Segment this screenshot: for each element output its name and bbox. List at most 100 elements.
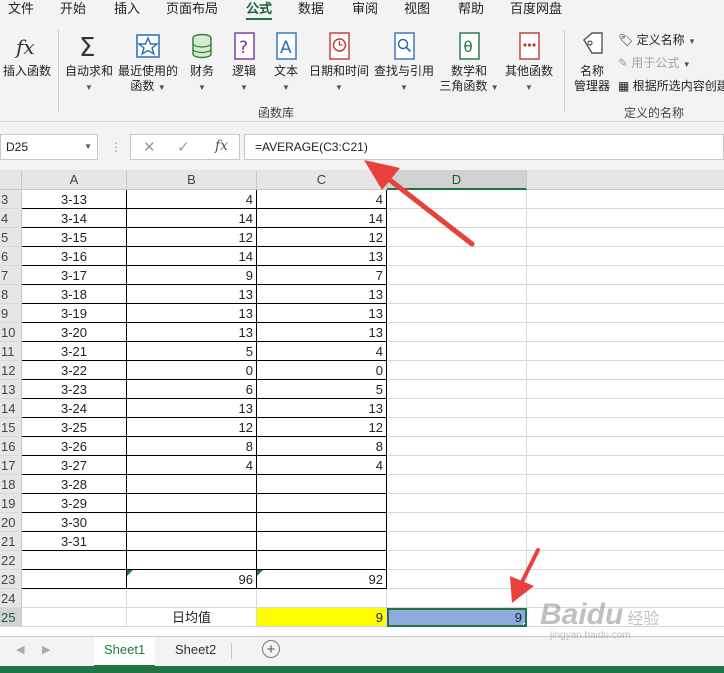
cell-d4[interactable] xyxy=(387,209,527,228)
cell-a14[interactable]: 3-24 xyxy=(22,399,127,418)
cell-d20[interactable] xyxy=(387,513,527,532)
cell-e12[interactable] xyxy=(527,361,724,380)
select-all-corner[interactable] xyxy=(0,170,22,190)
cell-b19[interactable] xyxy=(127,494,257,513)
cell-a3[interactable]: 3-13 xyxy=(22,190,127,209)
sheet-tab-sheet1[interactable]: Sheet1 xyxy=(94,637,156,668)
cell-c15[interactable]: 12 xyxy=(257,418,387,437)
cell-e15[interactable] xyxy=(527,418,724,437)
row-header[interactable]: 19 xyxy=(0,494,22,513)
cell-b17[interactable]: 4 xyxy=(127,456,257,475)
cell-d16[interactable] xyxy=(387,437,527,456)
row-header[interactable]: 24 xyxy=(0,589,22,608)
cell-c24[interactable] xyxy=(257,589,387,608)
tab-help[interactable]: 帮助 xyxy=(458,0,484,22)
cell-d8[interactable] xyxy=(387,285,527,304)
cell-b11[interactable]: 5 xyxy=(127,342,257,361)
cell-a10[interactable]: 3-20 xyxy=(22,323,127,342)
cell-d19[interactable] xyxy=(387,494,527,513)
insert-function-icon[interactable]: fx xyxy=(215,138,228,154)
tab-file[interactable]: 文件 xyxy=(8,0,34,22)
row-header[interactable]: 25 xyxy=(0,608,22,627)
row-header[interactable]: 15 xyxy=(0,418,22,437)
cell-d17[interactable] xyxy=(387,456,527,475)
cell-a13[interactable]: 3-23 xyxy=(22,380,127,399)
cell-d6[interactable] xyxy=(387,247,527,266)
name-box[interactable]: D25 ▼ xyxy=(0,134,98,160)
cell-b20[interactable] xyxy=(127,513,257,532)
chevron-down-icon[interactable]: ▼ xyxy=(84,135,92,159)
cell-d14[interactable] xyxy=(387,399,527,418)
cell-e22[interactable] xyxy=(527,551,724,570)
tab-data[interactable]: 数据 xyxy=(298,0,324,22)
cell-d11[interactable] xyxy=(387,342,527,361)
cell-a6[interactable]: 3-16 xyxy=(22,247,127,266)
row-header[interactable]: 3 xyxy=(0,190,22,209)
cell-b9[interactable]: 13 xyxy=(127,304,257,323)
cell-e9[interactable] xyxy=(527,304,724,323)
cell-b12[interactable]: 0 xyxy=(127,361,257,380)
row-header[interactable]: 22 xyxy=(0,551,22,570)
cell-b22[interactable] xyxy=(127,551,257,570)
cell-b7[interactable]: 9 xyxy=(127,266,257,285)
cell-a9[interactable]: 3-19 xyxy=(22,304,127,323)
row-header[interactable]: 7 xyxy=(0,266,22,285)
row-header[interactable]: 4 xyxy=(0,209,22,228)
cell-b15[interactable]: 12 xyxy=(127,418,257,437)
name-manager-button[interactable]: 名称 管理器 xyxy=(570,22,614,102)
cell-a12[interactable]: 3-22 xyxy=(22,361,127,380)
tab-baidu-netdisk[interactable]: 百度网盘 xyxy=(510,0,562,22)
cell-a19[interactable]: 3-29 xyxy=(22,494,127,513)
insert-function-button[interactable]: fx 插入函数 xyxy=(0,22,54,102)
cell-e13[interactable] xyxy=(527,380,724,399)
cell-e11[interactable] xyxy=(527,342,724,361)
cell-c7[interactable]: 7 xyxy=(257,266,387,285)
tab-insert[interactable]: 插入 xyxy=(114,0,140,22)
cancel-icon[interactable]: ✕ xyxy=(143,138,156,156)
cell-e25[interactable] xyxy=(527,608,724,627)
cell-d24[interactable] xyxy=(387,589,527,608)
cell-a15[interactable]: 3-25 xyxy=(22,418,127,437)
cell-d13[interactable] xyxy=(387,380,527,399)
create-from-selection-button[interactable]: ▦ 根据所选内容创建 xyxy=(618,78,724,94)
row-header[interactable]: 10 xyxy=(0,323,22,342)
tab-view[interactable]: 视图 xyxy=(404,0,430,22)
cell-e18[interactable] xyxy=(527,475,724,494)
cell-c11[interactable]: 4 xyxy=(257,342,387,361)
formula-input[interactable]: =AVERAGE(C3:C21) xyxy=(244,134,724,160)
cell-c22[interactable] xyxy=(257,551,387,570)
cell-c20[interactable] xyxy=(257,513,387,532)
cell-b3[interactable]: 4 xyxy=(127,190,257,209)
column-header-c[interactable]: C xyxy=(257,170,387,190)
column-header-d[interactable]: D xyxy=(387,170,527,190)
row-header[interactable]: 18 xyxy=(0,475,22,494)
cell-d18[interactable] xyxy=(387,475,527,494)
cell-b18[interactable] xyxy=(127,475,257,494)
cell-e23[interactable] xyxy=(527,570,724,589)
cell-d21[interactable] xyxy=(387,532,527,551)
cell-e10[interactable] xyxy=(527,323,724,342)
cell-d25[interactable]: 9 xyxy=(387,608,527,627)
cell-b16[interactable]: 8 xyxy=(127,437,257,456)
cell-a20[interactable]: 3-30 xyxy=(22,513,127,532)
drag-handle-icon[interactable]: ⋮ xyxy=(110,140,122,154)
cell-c13[interactable]: 5 xyxy=(257,380,387,399)
more-functions-button[interactable]: 其他函数 ▼ xyxy=(502,22,556,102)
cell-a25[interactable] xyxy=(22,608,127,627)
row-header[interactable]: 16 xyxy=(0,437,22,456)
cell-e21[interactable] xyxy=(527,532,724,551)
cell-e4[interactable] xyxy=(527,209,724,228)
lookup-reference-button[interactable]: 查找与引用 ▼ xyxy=(372,22,436,102)
cell-b25[interactable]: 日均值 xyxy=(127,608,257,627)
row-header[interactable]: 17 xyxy=(0,456,22,475)
cell-c10[interactable]: 13 xyxy=(257,323,387,342)
cell-c3[interactable]: 4 xyxy=(257,190,387,209)
row-header[interactable]: 6 xyxy=(0,247,22,266)
cell-a16[interactable]: 3-26 xyxy=(22,437,127,456)
row-header[interactable]: 9 xyxy=(0,304,22,323)
cell-d5[interactable] xyxy=(387,228,527,247)
tab-formulas[interactable]: 公式 xyxy=(246,0,273,22)
spreadsheet-grid[interactable]: A B C D 3 3-13 4 4 4 3-14 14 14 5 3-15 12 12 6 3-16 14… xyxy=(0,170,724,636)
cell-e7[interactable] xyxy=(527,266,724,285)
cell-a21[interactable]: 3-31 xyxy=(22,532,127,551)
